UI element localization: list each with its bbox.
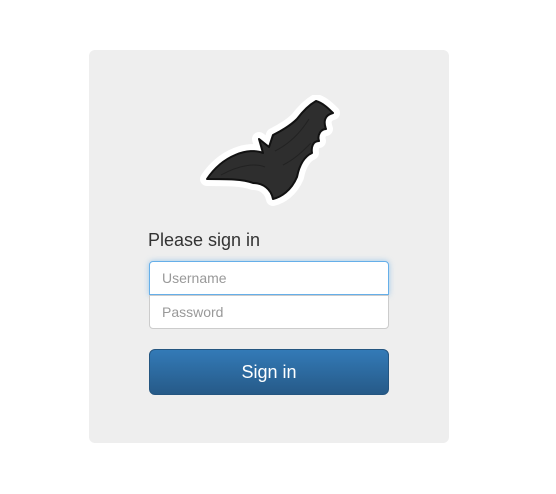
bat-icon xyxy=(200,95,340,206)
sign-in-button[interactable]: Sign in xyxy=(149,349,389,395)
login-card: Please sign in Sign in xyxy=(89,50,449,443)
page-title: Please sign in xyxy=(148,230,261,250)
username-input[interactable] xyxy=(149,261,389,295)
password-input[interactable] xyxy=(149,295,389,329)
